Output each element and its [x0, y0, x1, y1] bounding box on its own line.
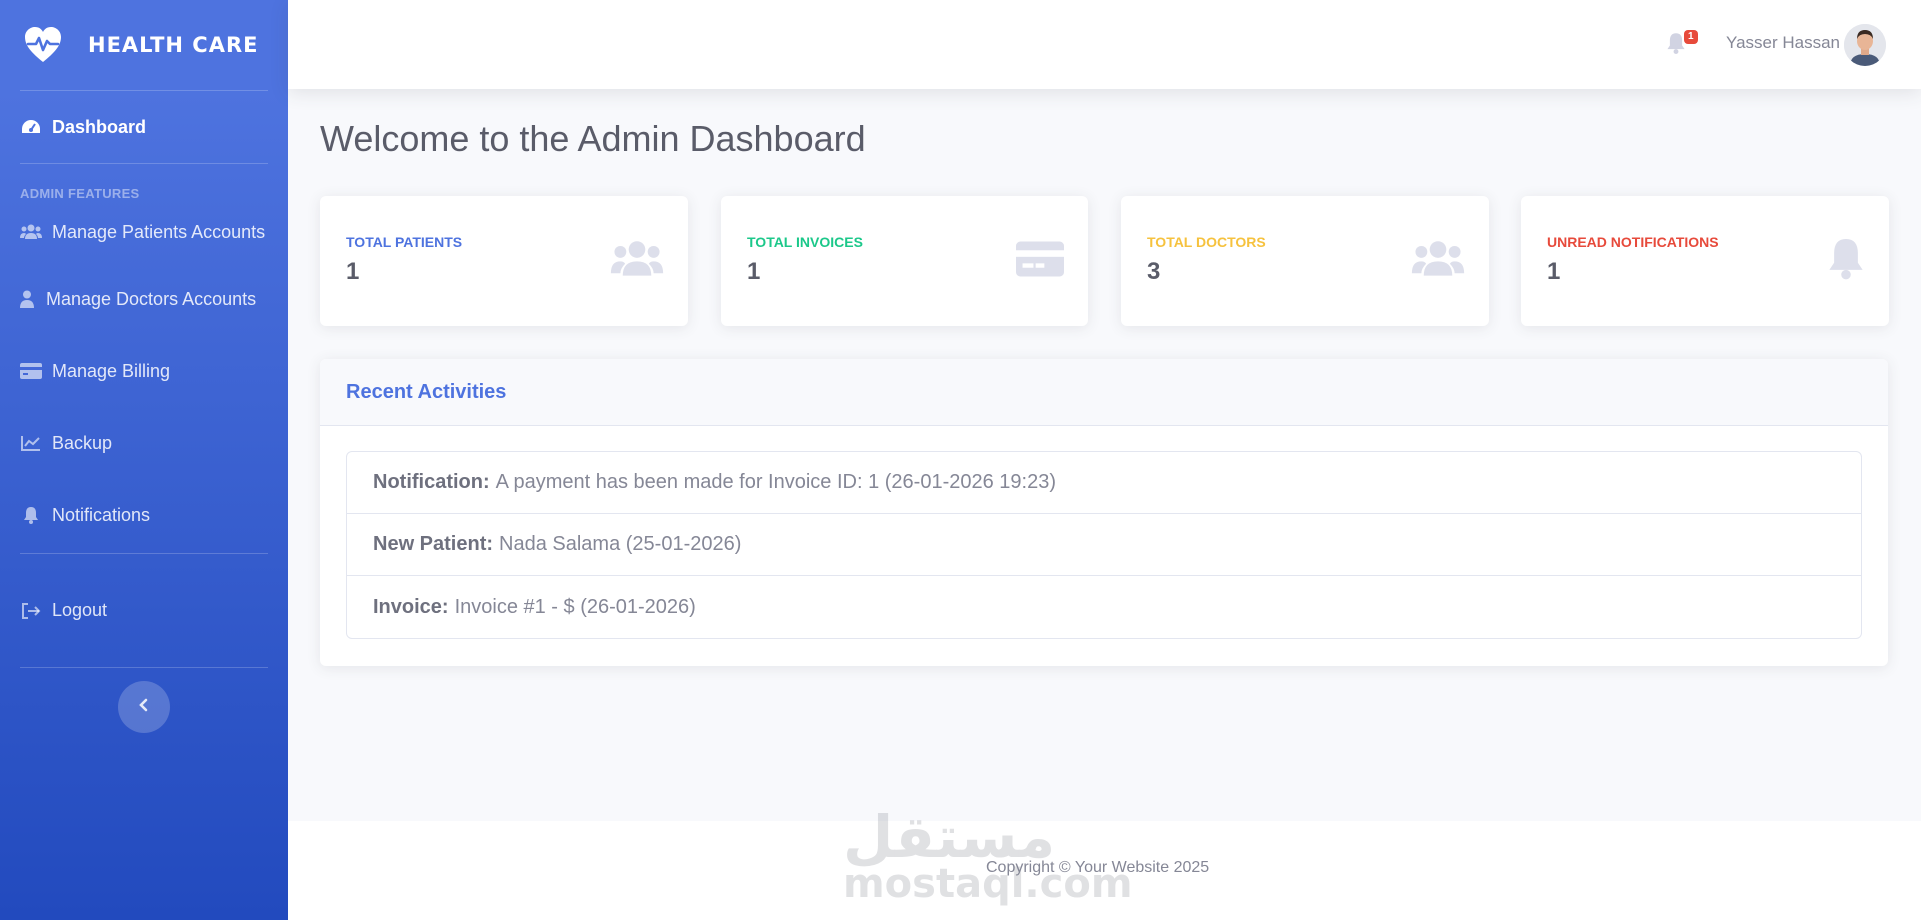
recent-activities-card: Recent Activities Notification: A paymen… — [320, 359, 1888, 666]
topbar: 1 Yasser Hassan — [288, 0, 1921, 89]
activity-label: New Patient: — [373, 533, 494, 555]
sidebar-item-label: Backup — [52, 432, 113, 453]
users-icon — [20, 222, 42, 242]
recent-activities-title: Recent Activities — [320, 359, 1888, 426]
credit-card-icon — [20, 361, 42, 381]
chevron-left-icon — [138, 698, 150, 717]
sidebar-item-label: Notifications — [52, 504, 151, 525]
sidebar-item-dashboard[interactable]: Dashboard — [0, 91, 288, 163]
card-value: 1 — [747, 258, 761, 285]
gauge-icon — [20, 117, 42, 137]
footer: مستقل mostaql.com Copyright © Your Websi… — [288, 803, 1921, 920]
sidebar-divider — [20, 163, 268, 164]
sidebar-item-logout[interactable]: Logout — [0, 554, 288, 667]
users-icon — [1411, 240, 1465, 283]
sidebar-item-label: Dashboard — [52, 116, 147, 137]
sidebar-item-label: Manage Patients Accounts — [52, 221, 266, 242]
activity-text: Nada Salama (25-01-2026) — [499, 533, 742, 555]
list-item: Invoice: Invoice #1 - $ (26-01-2026) — [347, 576, 1861, 638]
activity-text: A payment has been made for Invoice ID: … — [495, 471, 1056, 493]
chart-line-icon — [20, 433, 42, 453]
brand[interactable]: HEALTH CARE — [0, 0, 288, 90]
sidebar-item-label: Logout — [52, 600, 108, 620]
card-value: 3 — [1147, 258, 1161, 285]
sidebar-divider — [20, 667, 268, 668]
activity-list: Notification: A payment has been made fo… — [346, 451, 1862, 639]
copyright-text: Copyright © Your Website 2025 — [986, 859, 1210, 876]
bell-icon — [1666, 33, 1686, 58]
card-value: 1 — [346, 258, 360, 285]
list-item: New Patient: Nada Salama (25-01-2026) — [347, 514, 1861, 576]
sidebar-item-doctors[interactable]: Manage Doctors Accounts — [0, 263, 288, 335]
page-title: Welcome to the Admin Dashboard — [320, 118, 866, 159]
sidebar-item-label: Manage Doctors Accounts — [46, 288, 257, 309]
sidebar-item-backup[interactable]: Backup — [0, 407, 288, 479]
sidebar-heading: ADMIN FEATURES — [20, 186, 140, 201]
card-unread-notifications: UNREAD NOTIFICATIONS 1 — [1521, 196, 1889, 326]
card-value: 1 — [1547, 258, 1561, 285]
sidebar-toggle-button[interactable] — [118, 681, 170, 733]
heart-pulse-icon — [22, 24, 64, 66]
bell-icon — [1827, 236, 1865, 285]
card-label: TOTAL DOCTORS — [1147, 234, 1266, 250]
activity-label: Invoice: — [373, 595, 449, 618]
brand-name: HEALTH CARE — [88, 33, 259, 57]
activity-label: Notification: — [373, 471, 490, 493]
sidebar-item-notifications[interactable]: Notifications — [0, 479, 288, 551]
avatar[interactable] — [1844, 24, 1886, 66]
sidebar-item-billing[interactable]: Manage Billing — [0, 335, 288, 407]
card-label: TOTAL INVOICES — [747, 234, 863, 250]
list-item: Notification: A payment has been made fo… — [347, 452, 1861, 514]
credit-card-icon — [1016, 240, 1064, 283]
sign-out-icon — [20, 601, 42, 621]
notification-count-badge: 1 — [1684, 30, 1698, 44]
sidebar: HEALTH CARE Dashboard ADMIN FEATURES Man… — [0, 0, 288, 920]
card-label: TOTAL PATIENTS — [346, 234, 463, 250]
card-label: UNREAD NOTIFICATIONS — [1547, 234, 1719, 250]
card-total-doctors: TOTAL DOCTORS 3 — [1121, 196, 1489, 326]
users-icon — [610, 240, 664, 283]
card-total-patients: TOTAL PATIENTS 1 — [320, 196, 688, 326]
user-doctor-icon — [20, 289, 34, 309]
sidebar-item-label: Manage Billing — [52, 360, 171, 381]
user-name[interactable]: Yasser Hassan — [1726, 33, 1840, 53]
alerts-dropdown-toggle[interactable]: 1 — [1666, 30, 1698, 62]
bell-icon — [20, 505, 42, 525]
activity-text: Invoice #1 - $ (26-01-2026) — [454, 595, 696, 618]
sidebar-item-patients[interactable]: Manage Patients Accounts — [0, 201, 288, 263]
card-total-invoices: TOTAL INVOICES 1 — [721, 196, 1088, 326]
